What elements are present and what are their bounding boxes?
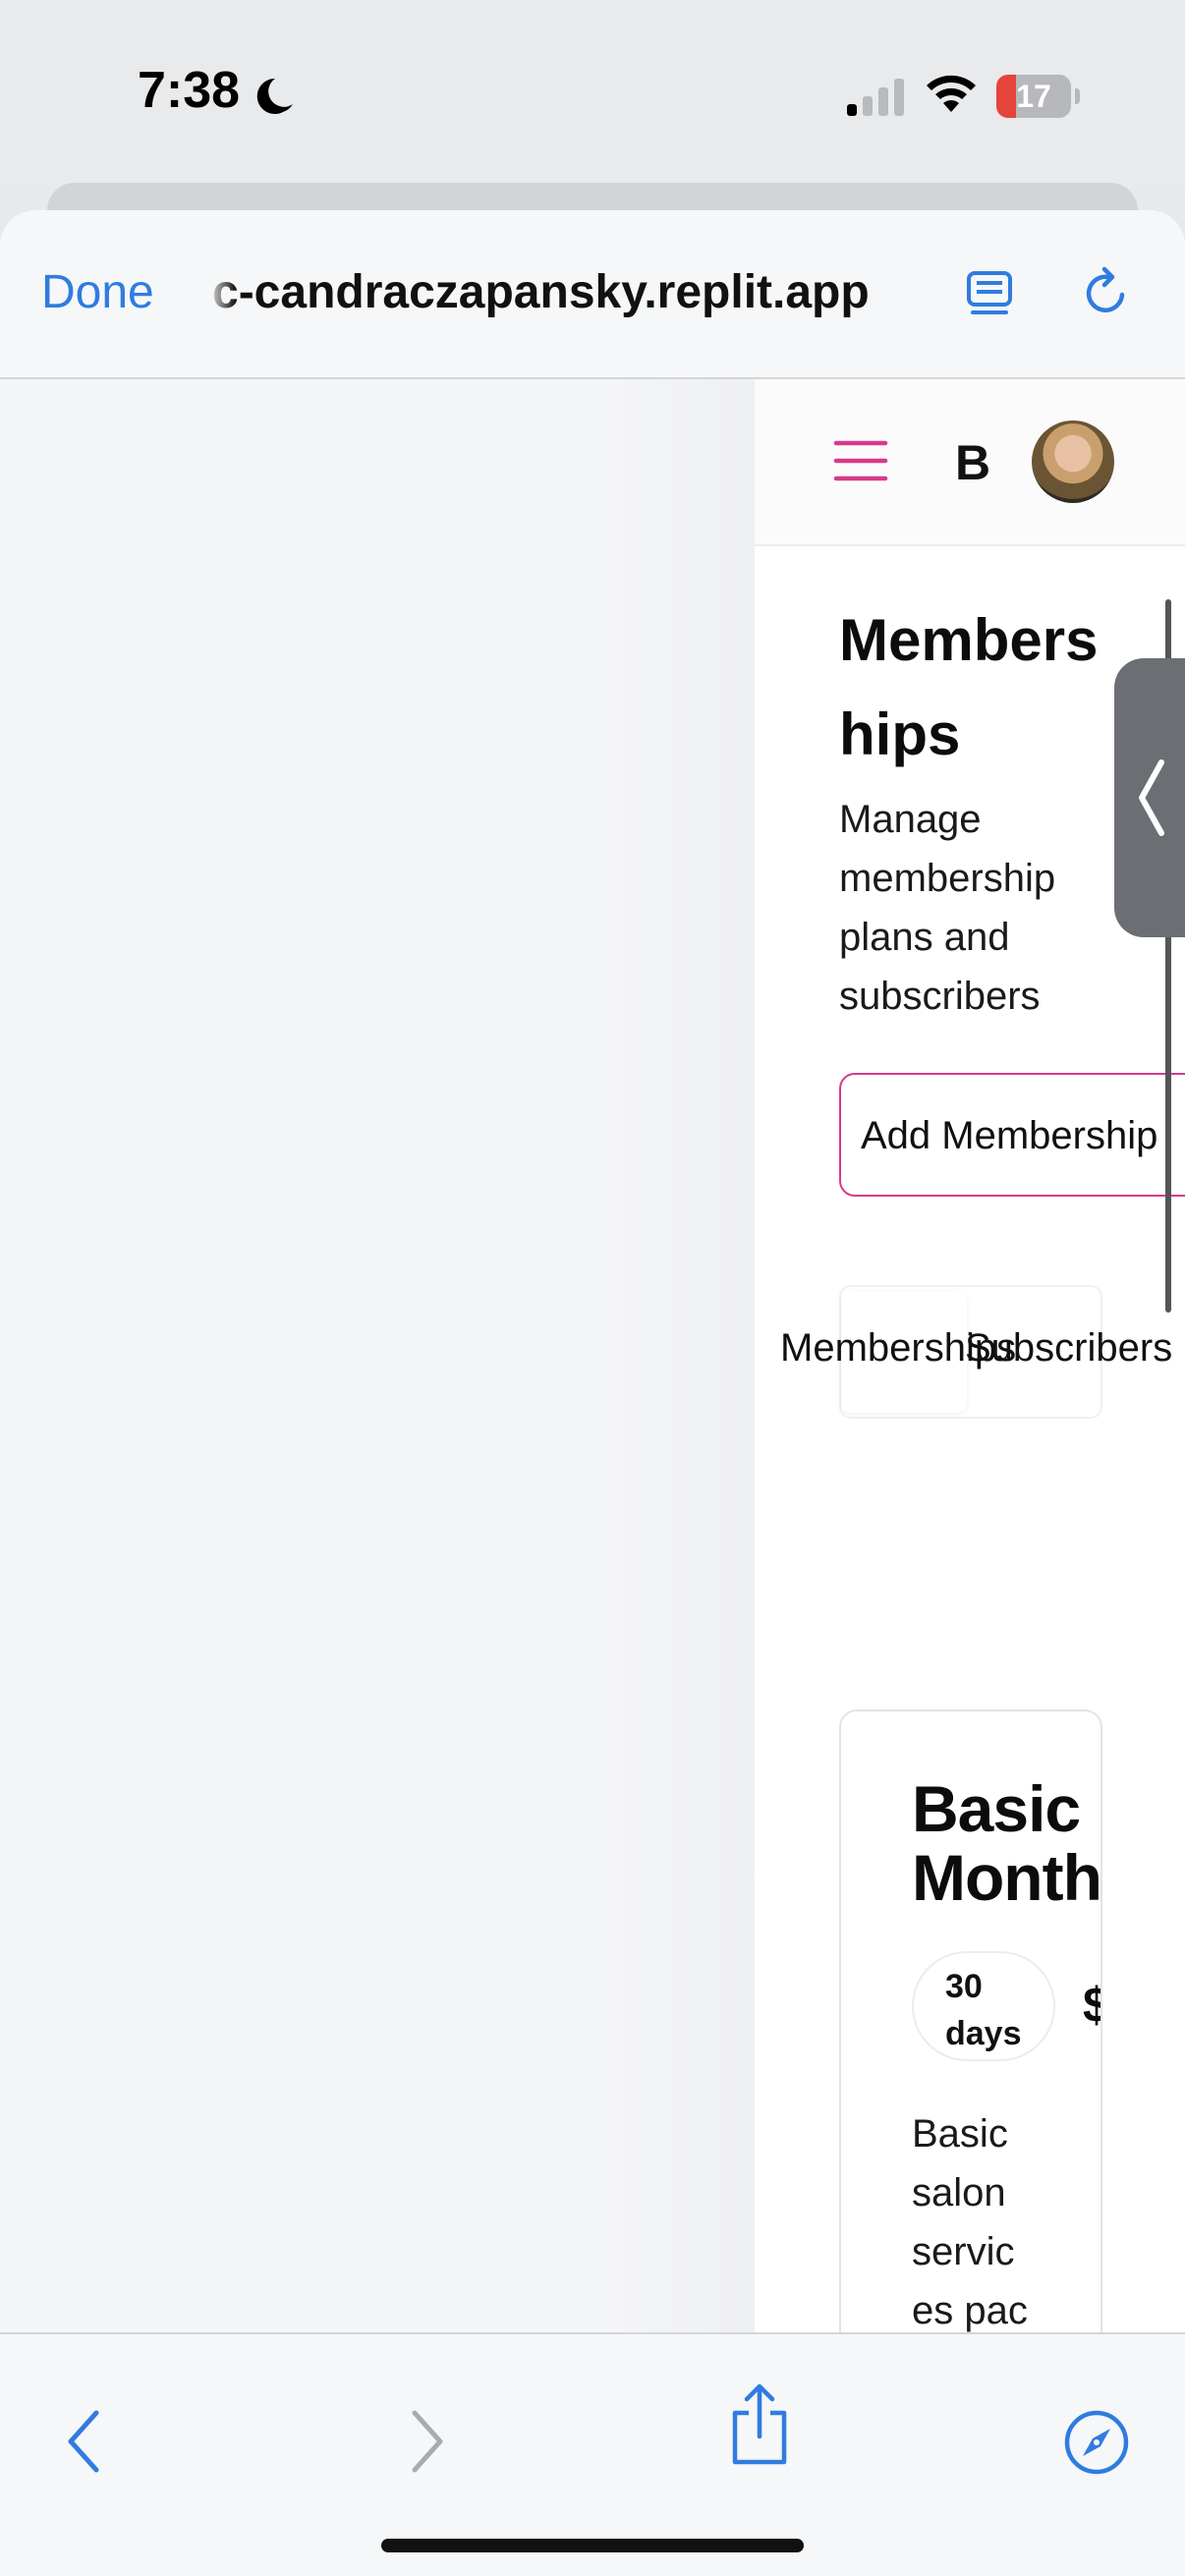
hamburger-menu-icon[interactable] (833, 438, 888, 483)
user-avatar[interactable] (1032, 420, 1114, 503)
status-time: 7:38 (138, 62, 241, 119)
compass-icon[interactable] (1063, 2409, 1130, 2476)
page-title: Memberships (839, 607, 1099, 767)
plan-description: Basic salon services package (912, 2112, 1028, 2332)
reader-icon[interactable] (965, 269, 1014, 318)
browser-nav-bar: Done c-candraczapansky.replit.app (0, 210, 1185, 379)
tab-list: Memberships Subscribers (780, 1285, 1172, 1419)
plan-name: Basic Monthly (912, 1772, 1101, 1914)
duration-label: 30 days (945, 1968, 1022, 2052)
back-icon[interactable] (63, 2409, 106, 2474)
plan-price: $ (1083, 1977, 1100, 2034)
share-icon[interactable] (727, 2381, 792, 2466)
add-membership-button[interactable]: Add Membership (839, 1073, 1185, 1197)
app-header: B (755, 379, 1185, 546)
in-app-browser-sheet: Done c-candraczapansky.replit.app B Memb… (0, 210, 1185, 2576)
wifi-icon (927, 75, 976, 112)
tab-subscribers-label: Subscribers (965, 1326, 1173, 1370)
home-indicator (381, 2539, 804, 2552)
duration-badge: 30 days (912, 1951, 1055, 2061)
battery-indicator: 17 (996, 75, 1080, 118)
tab-subscribers[interactable]: Subscribers (965, 1287, 1172, 1417)
battery-level: 17 (1016, 79, 1051, 114)
tab-memberships[interactable]: Memberships (780, 1287, 1016, 1417)
cellular-signal-icon (847, 79, 904, 116)
status-bar: 7:38 17 (0, 0, 1185, 242)
side-drawer-handle[interactable] (1114, 658, 1185, 937)
membership-plan-card[interactable]: Basic Monthly 30 days $ Basic salon serv… (839, 1709, 1102, 2332)
forward-icon[interactable] (405, 2409, 448, 2474)
add-membership-label: Add Membership (861, 1114, 1158, 1157)
page-subtitle: Manage membership plans and subscribers (839, 798, 1056, 1018)
brand-logo-text: B (955, 435, 991, 490)
moon-icon (256, 78, 293, 114)
reload-icon[interactable] (1079, 265, 1134, 320)
url-text[interactable]: c-candraczapansky.replit.app (212, 265, 870, 319)
done-button[interactable]: Done (41, 265, 154, 319)
chevron-left-icon (1139, 759, 1164, 836)
